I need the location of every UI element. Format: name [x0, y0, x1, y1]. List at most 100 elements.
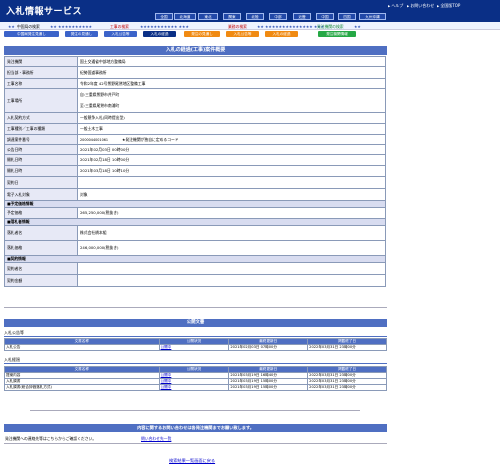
procurement-note: ★発注機関が独自に定めるコード: [122, 136, 179, 142]
divider: [4, 363, 387, 364]
contact-list-link[interactable]: 問い合わせ先一覧: [141, 436, 171, 442]
table-row: 公告日時 2021年02月03日 00時00分: [4, 144, 386, 155]
row-value: [77, 176, 386, 189]
section-row: ■落札者情報: [4, 218, 386, 226]
nav-service-search[interactable]: 業務の検索: [228, 24, 247, 29]
nav-org-search[interactable]: 発注機関の検索: [317, 24, 344, 29]
row-value: 2000044001061 ★発注機関が独自に定めるコード: [77, 134, 386, 145]
search-nav: ★★ 中国局の検索 ★★ ★★★★★★★★★★ 工事の検索 ★★★★★★★★★★…: [0, 22, 500, 30]
doc-updated: 2021年03月19日 15時00分: [228, 384, 309, 391]
row-value: [77, 274, 386, 287]
table-row: 入札公告 公開中 2021年02月03日 07時00分 2022年03月31日 …: [4, 344, 387, 351]
overview-table: 発注機関 国土交通省中部地方整備局 担当部・事務所 紀勢国道事務所 工事名称 令和2年…: [4, 56, 386, 287]
nav-stars: ★★: [354, 24, 361, 29]
doc-status-link[interactable]: 公開中: [161, 379, 172, 383]
section-contract: ■契約情報: [4, 255, 386, 263]
tab-bid-progress[interactable]: 入札の経過: [143, 31, 176, 37]
tab-outlook-chugoku[interactable]: 中国局発注見通し: [4, 31, 59, 37]
doc-status-link[interactable]: 公開中: [161, 385, 172, 389]
table-row: 落札価格 246,000,000(税抜き): [4, 240, 386, 256]
row-value: 令和2年度 42号熊野尾鷲地区整備工事: [77, 78, 386, 89]
table-row: 担当部・事務所 紀勢国道事務所: [4, 66, 386, 79]
row-value: 2021年02月03日 00時00分: [77, 144, 386, 155]
row-value: [77, 262, 386, 275]
row-value: 一般競争入札(同時提出型): [77, 112, 386, 124]
divider: [4, 336, 387, 337]
nav-stars: ★★ ★★★★★★★★★★: [50, 24, 93, 29]
nav-stars: ★★: [8, 24, 15, 29]
row-label: 調達案件番号: [4, 134, 78, 145]
site-from: 自:三重県熊野市井戸町: [80, 92, 120, 97]
row-value: 対象: [77, 188, 386, 201]
nav-construction-search[interactable]: 工事の検索: [110, 24, 129, 29]
row-value: 一般土木工事: [77, 123, 386, 135]
row-value: 株式会社橋本組: [77, 225, 386, 241]
row-label: 公告日時: [4, 144, 78, 155]
table-row: 工事名称 令和2年度 42号熊野尾鷲地区整備工事: [4, 78, 386, 89]
region-zenkoku[interactable]: 全国: [155, 13, 173, 20]
section-estimate: ■予定価格情報: [4, 200, 386, 208]
table-row: 予定価格 265,250,000(税抜き): [4, 207, 386, 219]
doc-end: 2022年03月31日 23時00分: [307, 384, 387, 391]
nav-stars: ★★★★★★★★★★★ ★★★: [140, 24, 189, 29]
table-row: 工事種別／工事の種類 一般土木工事: [4, 123, 386, 135]
nav-current-search[interactable]: 中国局の検索: [17, 24, 40, 30]
row-label: 工事場所: [4, 88, 78, 113]
tab-org-info[interactable]: 発注機関情報: [318, 31, 356, 37]
row-value: 2021年02月18日 10時00分: [77, 154, 386, 166]
table-row: 契約日: [4, 176, 386, 189]
tab-service-outlook[interactable]: 発注の見通し: [184, 31, 220, 37]
bid-notice-table: 文書名称 公開状況 最終更新日 掲載終了日 入札公告 公開中 2021年02月0…: [4, 338, 387, 351]
table-row: 調達案件番号 2000044001061 ★発注機関が独自に定めるコード: [4, 134, 386, 145]
row-label: 落札価格: [4, 240, 78, 256]
tab-service-progress[interactable]: 入札の経過: [265, 31, 298, 37]
row-label: 開札日時: [4, 165, 78, 177]
site-to: 至:三重県尾鷲市南浦町: [80, 103, 120, 108]
tab-service-notice[interactable]: 入札公告等: [226, 31, 259, 37]
region-hokuriku[interactable]: 北陸: [246, 13, 264, 20]
row-value: 2021年03月18日 10時10分: [77, 165, 386, 177]
region-chugoku[interactable]: 中国: [316, 13, 334, 20]
tab-bid-notice[interactable]: 入札公告等: [104, 31, 137, 37]
table-row: 契約者名: [4, 262, 386, 275]
tab-outlook[interactable]: 発注の見通し: [65, 31, 98, 37]
row-label: 契約日: [4, 176, 78, 189]
table-row: 開札日時 2021年02月18日 10時00分: [4, 154, 386, 166]
region-kanto[interactable]: 関東: [223, 13, 241, 20]
section-row: ■予定価格情報: [4, 200, 386, 208]
region-tohoku[interactable]: 東北: [198, 13, 218, 20]
region-kyushu-okinawa[interactable]: 九州沖縄: [359, 13, 386, 20]
row-value-multiline: 自:三重県熊野市井戸町 至:三重県尾鷲市南浦町: [77, 88, 386, 113]
overview-title: 入札の経過(工事)案件概要: [4, 46, 387, 55]
row-value: 紀勢国道事務所: [77, 66, 386, 79]
back-to-results-link[interactable]: 検索結果一覧画面に戻る: [169, 458, 215, 464]
help-link[interactable]: ヘルプ: [388, 3, 403, 9]
row-label: 開札日時: [4, 154, 78, 166]
contact-text: 発注機関への連絡先等はこちらからご確認ください。: [5, 436, 97, 441]
region-kinki[interactable]: 近畿: [293, 13, 311, 20]
row-label: 工事名称: [4, 78, 78, 89]
divider: [30, 410, 360, 411]
table-row: 工事場所 自:三重県熊野市井戸町 至:三重県尾鷲市南浦町: [4, 88, 386, 113]
doc-status-link[interactable]: 公開中: [161, 345, 172, 349]
region-hokkaido[interactable]: 北海道: [174, 13, 196, 20]
row-label: 契約者名: [4, 262, 78, 275]
table-row: 契約金額: [4, 274, 386, 287]
contact-link[interactable]: お問い合わせ: [407, 3, 434, 9]
region-shikoku[interactable]: 四国: [338, 13, 356, 20]
site-logo: 入札情報サービス: [6, 7, 83, 17]
region-chubu[interactable]: 中部: [269, 13, 287, 20]
table-row: 落札者名 株式会社橋本組: [4, 225, 386, 241]
national-top-link[interactable]: 全国版TOP: [437, 3, 460, 9]
doc-updated: 2021年02月03日 07時00分: [228, 344, 309, 351]
doc-status-link[interactable]: 公開中: [161, 373, 172, 377]
doc-end: 2022年03月31日 23時00分: [307, 344, 387, 351]
table-row: 入札契約方式 一般競争入札(同時提出型): [4, 112, 386, 124]
section-winner: ■落札者情報: [4, 218, 386, 226]
procurement-number: 2000044001061: [80, 137, 109, 142]
row-label: 電子入札対象: [4, 188, 78, 201]
table-row: 電子入札対象 対象: [4, 188, 386, 201]
row-label: 入札契約方式: [4, 112, 78, 124]
contact-banner: 内容に関するお問い合わせは各発注機関までお願い致します。: [4, 424, 387, 432]
bid-progress-table: 文書名称 公開状況 最終更新日 掲載終了日 提案内容 公開中 2021年03月1…: [4, 366, 387, 391]
